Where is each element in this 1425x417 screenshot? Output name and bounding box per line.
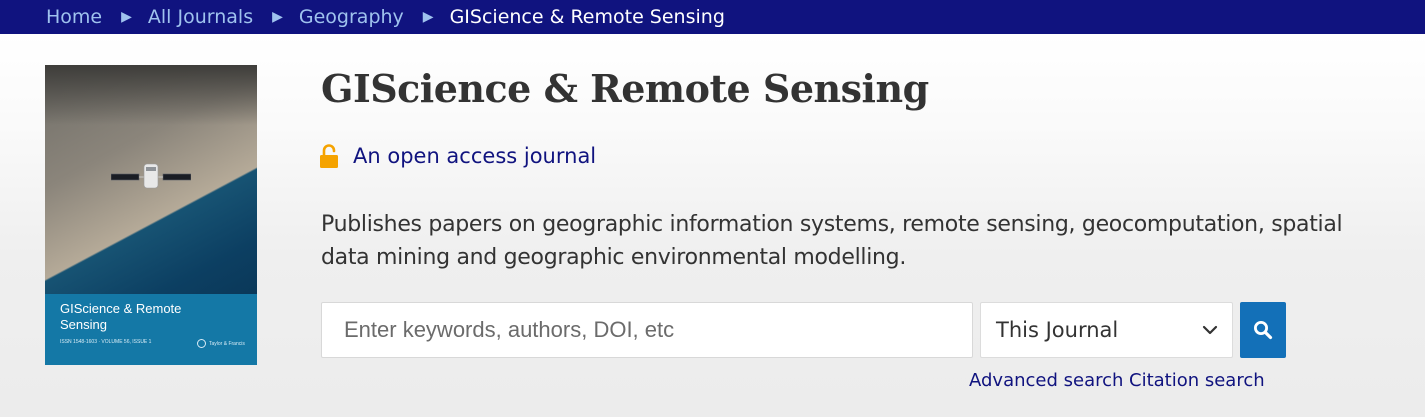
cover-issn: ISSN 1548-1603 · VOLUME 56, ISSUE 1 xyxy=(60,339,152,345)
journal-cover-image[interactable]: GIScience & Remote Sensing ISSN 1548-160… xyxy=(45,65,257,365)
search-scope-select[interactable]: This Journal xyxy=(980,302,1233,358)
advanced-search-link[interactable]: Advanced search xyxy=(969,370,1123,391)
journal-title: GIScience & Remote Sensing xyxy=(321,66,929,111)
breadcrumb-geography-link[interactable]: Geography xyxy=(299,6,404,28)
breadcrumb-current-page: GIScience & Remote Sensing xyxy=(449,6,725,28)
search-icon xyxy=(1254,321,1273,340)
breadcrumb-separator-icon: ▶ xyxy=(121,9,132,25)
chevron-down-icon xyxy=(1202,325,1218,335)
search-input[interactable] xyxy=(321,302,973,358)
breadcrumb-separator-icon: ▶ xyxy=(272,9,283,25)
open-access-link[interactable]: An open access journal xyxy=(353,144,596,168)
cover-title: GIScience & Remote Sensing xyxy=(60,301,182,332)
publisher-logo-icon xyxy=(197,339,206,348)
open-access-lock-icon xyxy=(320,144,338,168)
breadcrumb: Home ▶ All Journals ▶ Geography ▶ GIScie… xyxy=(0,0,1425,34)
breadcrumb-home-link[interactable]: Home xyxy=(46,6,102,28)
search-scope-value: This Journal xyxy=(996,318,1119,342)
cover-shade xyxy=(45,65,257,125)
breadcrumb-all-journals-link[interactable]: All Journals xyxy=(148,6,253,28)
satellite-illustration xyxy=(111,163,191,189)
cover-publisher-logo: Taylor & Francis xyxy=(197,339,245,348)
citation-search-link[interactable]: Citation search xyxy=(1129,370,1265,391)
open-access-badge: An open access journal xyxy=(320,144,596,168)
breadcrumb-separator-icon: ▶ xyxy=(422,9,434,25)
journal-description: Publishes papers on geographic informati… xyxy=(321,212,1343,270)
search-button[interactable] xyxy=(1240,302,1286,358)
cover-publisher-name: Taylor & Francis xyxy=(209,340,245,347)
